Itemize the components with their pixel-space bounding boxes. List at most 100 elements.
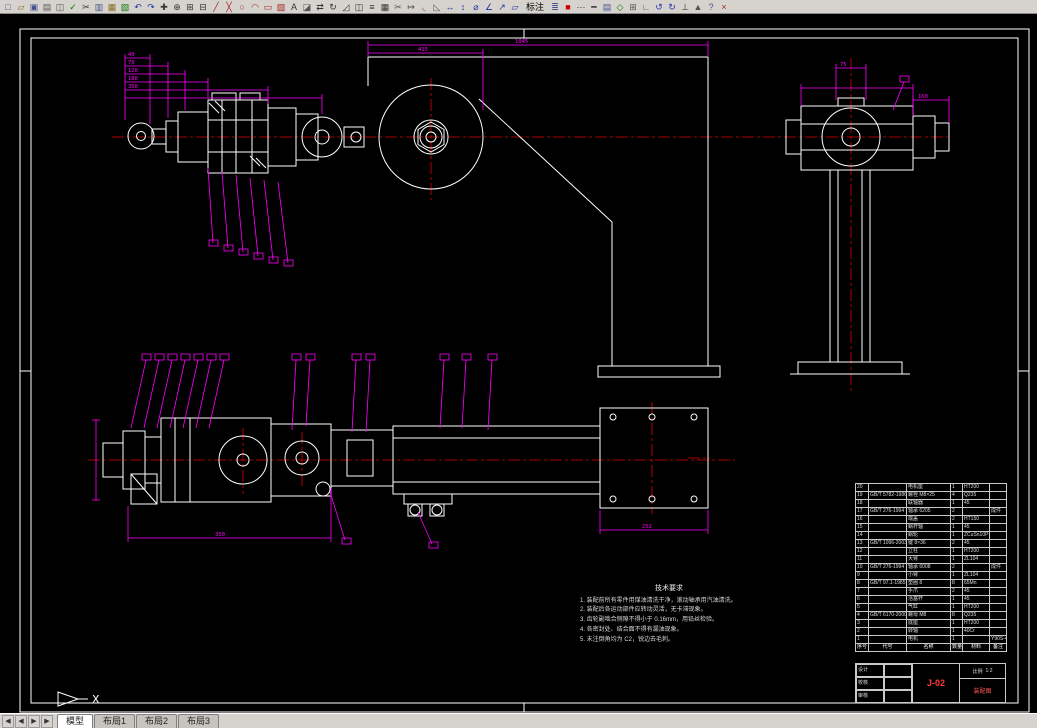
dim-vertical-icon[interactable]: ↕ [457, 1, 469, 13]
view-top-icon[interactable]: ▲ [692, 1, 704, 13]
offset-icon[interactable]: ≡ [366, 1, 378, 13]
drawing-title: 装配图 [973, 689, 992, 696]
parts-cell: 1 [950, 595, 963, 604]
arc-icon[interactable]: ◠ [249, 1, 261, 13]
layers-icon[interactable]: ≣ [549, 1, 561, 13]
tab-nav-arrow-3[interactable]: ▶ [41, 714, 53, 728]
tab-nav-arrow-2[interactable]: ▶ [28, 714, 40, 728]
zoom-realtime-icon[interactable]: ⊕ [171, 1, 183, 13]
title-block: 设计 校核 审核 J-02 比例 1:2 装配图 [855, 663, 1006, 703]
parts-cell: 1 [950, 635, 963, 644]
mirror-icon[interactable]: ◫ [353, 1, 365, 13]
print-icon[interactable]: ▤ [41, 1, 53, 13]
polyline-icon[interactable]: ╳ [223, 1, 235, 13]
close-icon[interactable]: × [718, 1, 730, 13]
parts-cell [868, 483, 907, 492]
ortho-icon[interactable]: ∟ [640, 1, 652, 13]
parts-cell: GB/T 1096-2003 [868, 539, 907, 548]
dim-linear-icon[interactable]: ↔ [444, 1, 456, 13]
leader-icon[interactable]: ↗ [496, 1, 508, 13]
new-icon[interactable]: □ [2, 1, 14, 13]
properties-icon[interactable]: ▤ [601, 1, 613, 13]
parts-cell: 7 [855, 587, 869, 596]
hatch-icon[interactable]: ▨ [275, 1, 287, 13]
dim-style-icon[interactable]: ▱ [509, 1, 521, 13]
parts-cell: 立柱 [906, 547, 951, 556]
scale-label: 比例 [972, 668, 983, 675]
parts-cell [868, 587, 907, 596]
drawing-canvas[interactable]: 1045 415 40 70 120 180 350 75 160 252 35… [0, 14, 1037, 713]
move-icon[interactable]: ⇄ [314, 1, 326, 13]
cut-icon[interactable]: ✂ [80, 1, 92, 13]
array-icon[interactable]: ▦ [379, 1, 391, 13]
parts-cell: 45 [962, 499, 990, 508]
dimensions [92, 41, 950, 549]
line-icon[interactable]: ╱ [210, 1, 222, 13]
parts-cell: 1 [950, 523, 963, 532]
match-properties-icon[interactable]: ▧ [119, 1, 131, 13]
parts-cell: 5 [855, 603, 869, 612]
parts-table-body: 20 电机座 1 HT200 19 GB/T 5782-1986 螺栓 M8×25 4 Q235… [855, 483, 1007, 652]
preview-icon[interactable]: ◫ [54, 1, 66, 13]
osnap-icon[interactable]: ◇ [614, 1, 626, 13]
spell-icon[interactable]: ✓ [67, 1, 79, 13]
fillet-icon[interactable]: ◟ [418, 1, 430, 13]
parts-cell: 垫圈 8 [906, 579, 951, 588]
parts-cell: 4 [950, 491, 963, 500]
redraw-icon[interactable]: ↺ [653, 1, 665, 13]
help-icon[interactable]: ? [705, 1, 717, 13]
tab-layout-1[interactable]: 布局1 [94, 714, 136, 728]
trim-icon[interactable]: ✂ [392, 1, 404, 13]
rectangle-icon[interactable]: ▭ [262, 1, 274, 13]
notes-lines: 1. 装配前所有零件用煤油清洗干净，滚动轴承用汽油清洗。 2. 装配后各运动部件应… [580, 597, 758, 646]
check-signature-cell [884, 677, 912, 690]
dim-angular-icon[interactable]: ∠ [483, 1, 495, 13]
rotate-icon[interactable]: ↻ [327, 1, 339, 13]
parts-cell: 活塞杆 [906, 595, 951, 604]
parts-cell: GB/T 276-1994 [868, 563, 907, 572]
parts-cell: 15 [855, 523, 869, 532]
design-label: 设计 [856, 664, 884, 677]
tab-layout-2[interactable]: 布局2 [136, 714, 178, 728]
lineweight-icon[interactable]: ━ [588, 1, 600, 13]
ucs-toggle-icon[interactable]: ⊥ [679, 1, 691, 13]
scale-icon[interactable]: ◿ [340, 1, 352, 13]
linetype-icon[interactable]: ⋯ [575, 1, 587, 13]
parts-cell: 8 [950, 611, 963, 620]
parts-cell: 小臂 [906, 571, 951, 580]
dimension-label: 120 [128, 68, 138, 74]
parts-cell: 气缸 [906, 603, 951, 612]
pan-icon[interactable]: ✚ [158, 1, 170, 13]
parts-cell: HT200 [962, 547, 990, 556]
undo-icon[interactable]: ↶ [132, 1, 144, 13]
tab-model[interactable]: 模型 [57, 714, 94, 728]
circle-icon[interactable]: ○ [236, 1, 248, 13]
dim-radius-icon[interactable]: ⌀ [470, 1, 482, 13]
tab-nav-arrow-0[interactable]: ◀ [2, 714, 14, 728]
parts-cell: 成件 [989, 563, 1007, 572]
redo-icon[interactable]: ↷ [145, 1, 157, 13]
erase-icon[interactable]: ◪ [301, 1, 313, 13]
parts-cell [989, 611, 1007, 620]
copy-icon[interactable]: ▥ [93, 1, 105, 13]
tab-nav-arrow-1[interactable]: ◀ [15, 714, 27, 728]
grid-icon[interactable]: ⊞ [627, 1, 639, 13]
parts-cell: 1 [950, 603, 963, 612]
text-icon[interactable]: A [288, 1, 300, 13]
chamfer-icon[interactable]: ◺ [431, 1, 443, 13]
parts-cell: 1 [950, 499, 963, 508]
paste-icon[interactable]: ▦ [106, 1, 118, 13]
parts-cell: 2 [950, 563, 963, 572]
zoom-previous-icon[interactable]: ⊟ [197, 1, 209, 13]
parts-cell [989, 619, 1007, 628]
zoom-window-icon[interactable]: ⊞ [184, 1, 196, 13]
extend-icon[interactable]: ↦ [405, 1, 417, 13]
layer-color-icon[interactable]: ■ [562, 1, 574, 13]
parts-cell [989, 571, 1007, 580]
open-icon[interactable]: ▱ [15, 1, 27, 13]
parts-cell: HT150 [962, 515, 990, 524]
regen-icon[interactable]: ↻ [666, 1, 678, 13]
tab-layout-3[interactable]: 布局3 [178, 714, 220, 728]
parts-cell [962, 563, 990, 572]
save-icon[interactable]: ▣ [28, 1, 40, 13]
